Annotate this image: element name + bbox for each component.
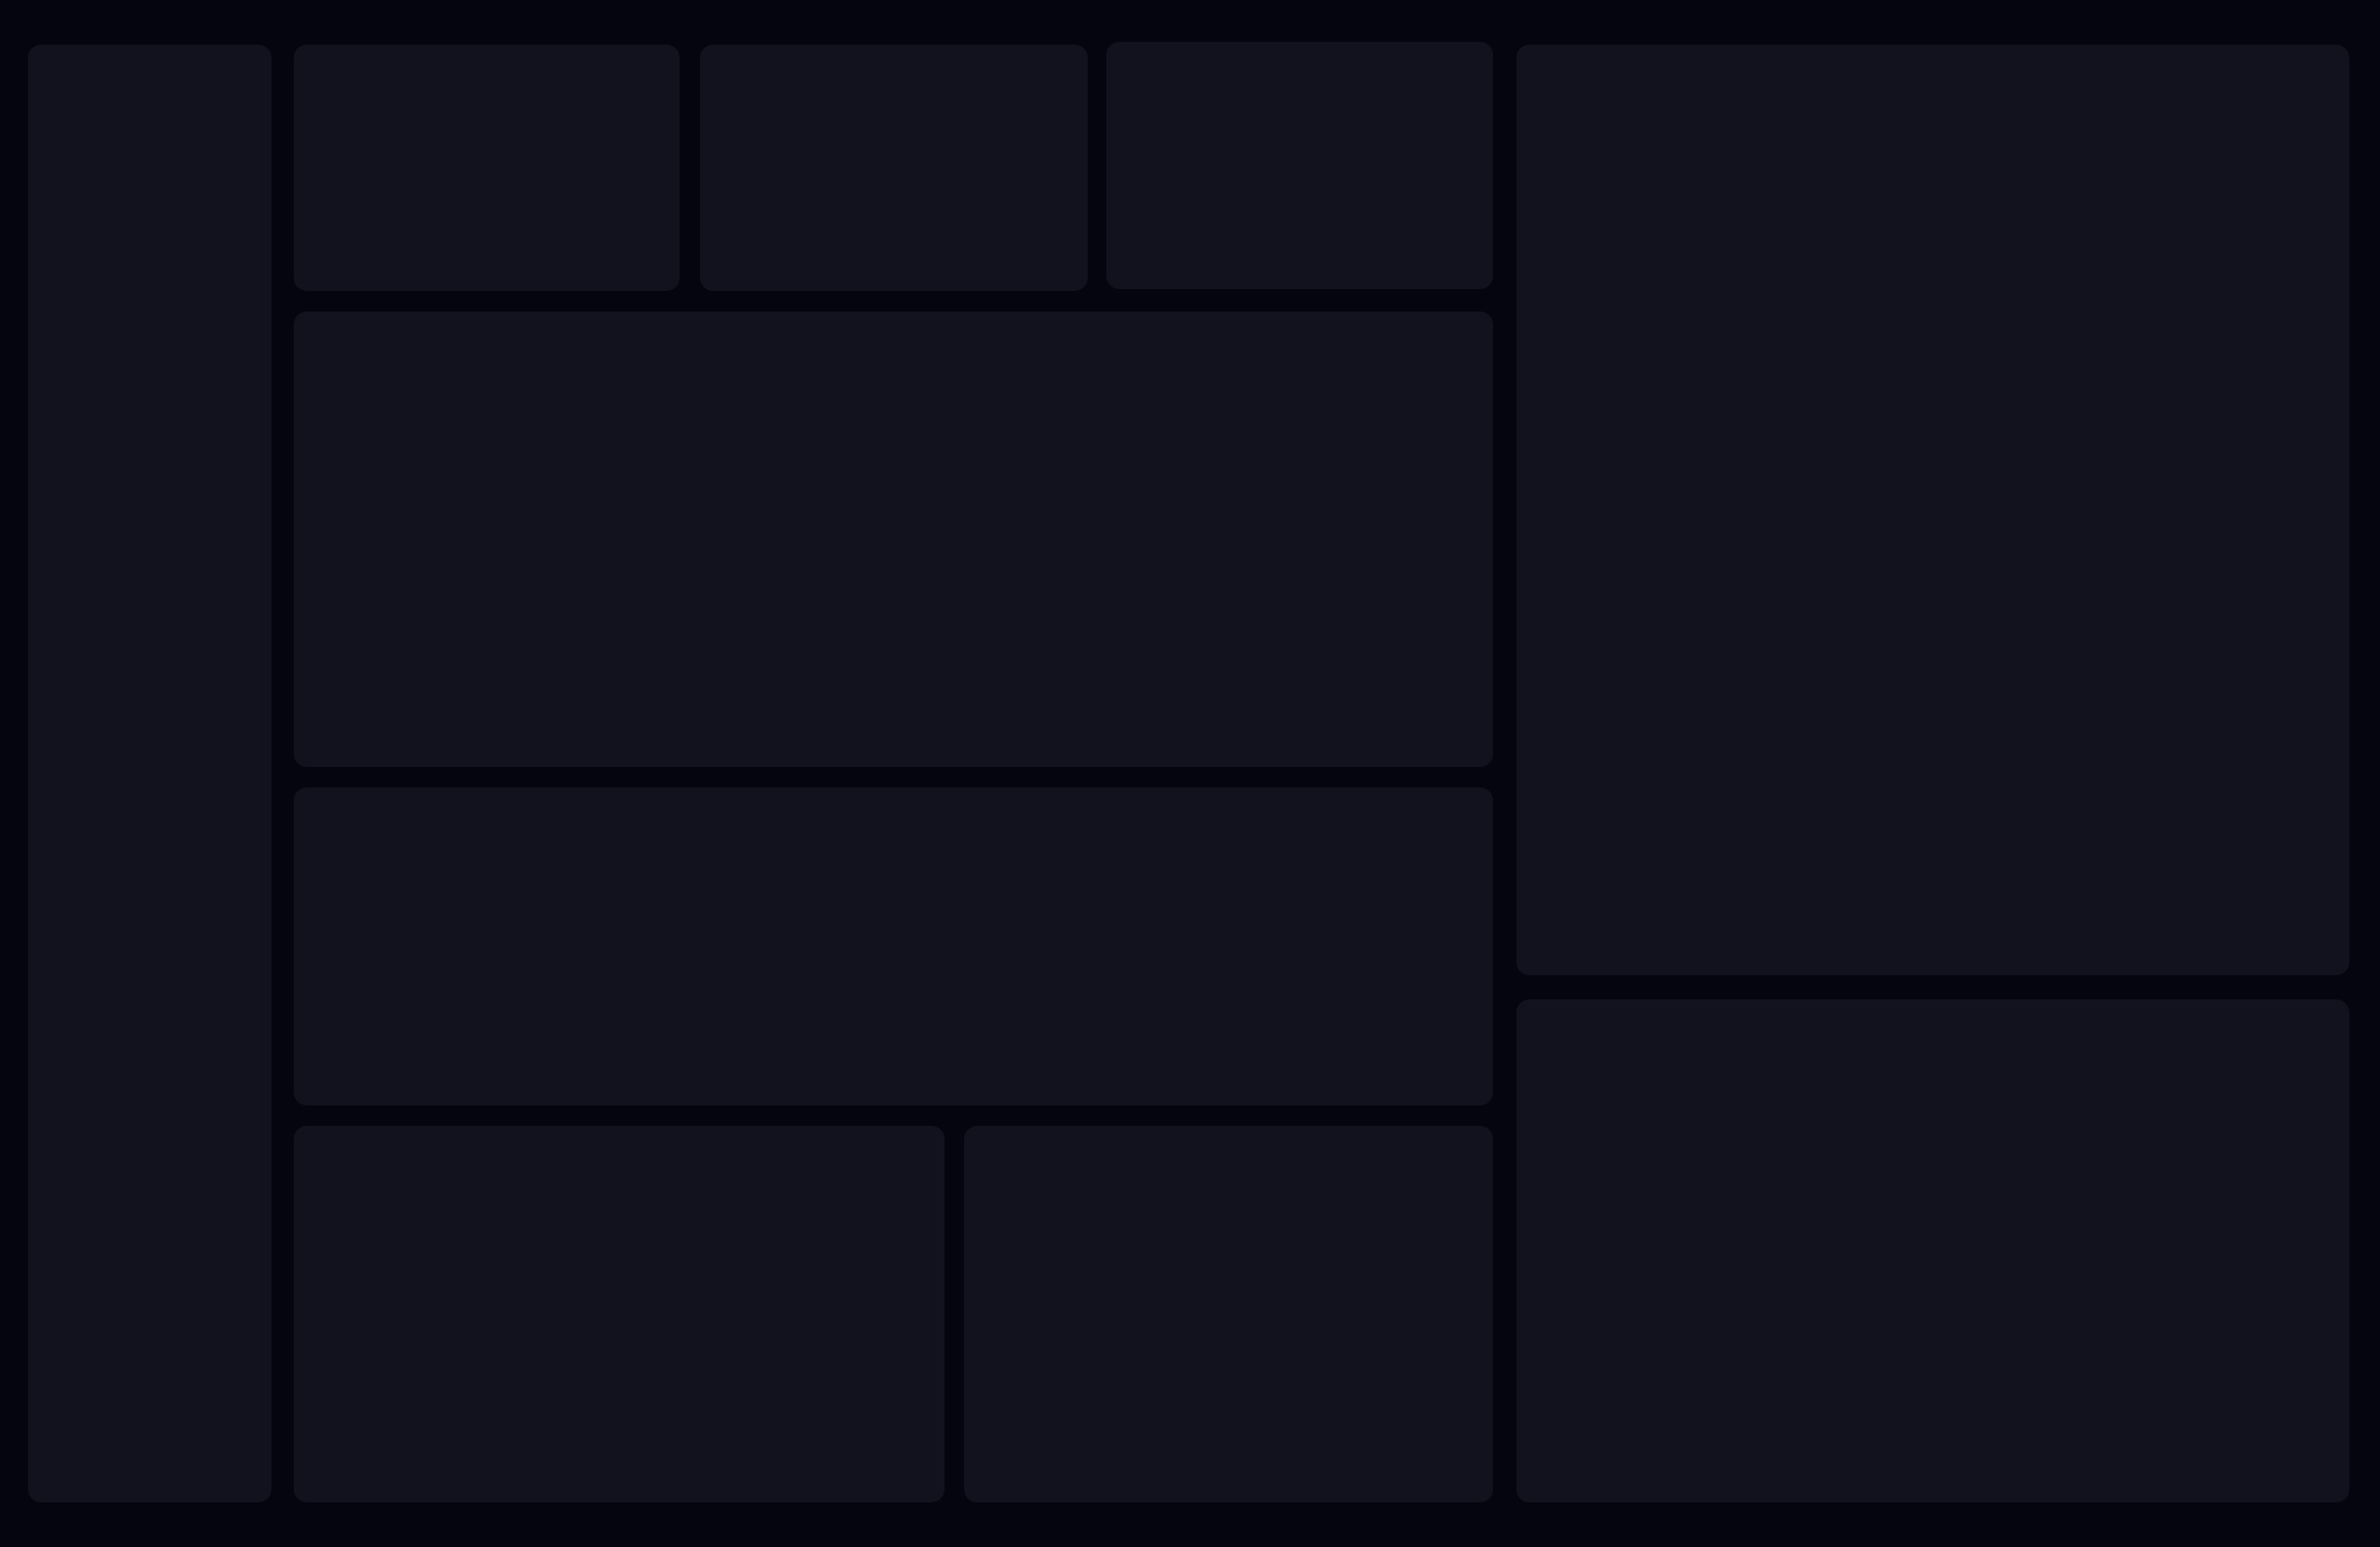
stat-card-3	[1106, 42, 1493, 289]
sidebar-panel	[28, 45, 271, 1502]
bottom-left-panel	[294, 1126, 945, 1502]
dashboard-app	[0, 0, 2380, 1547]
right-top-panel	[1516, 45, 2349, 975]
main-chart-panel	[294, 311, 1493, 767]
bottom-middle-panel	[964, 1126, 1493, 1502]
secondary-chart-panel	[294, 787, 1493, 1105]
stat-card-1	[294, 45, 680, 291]
stat-card-2	[700, 45, 1088, 291]
right-bottom-panel	[1516, 999, 2349, 1502]
